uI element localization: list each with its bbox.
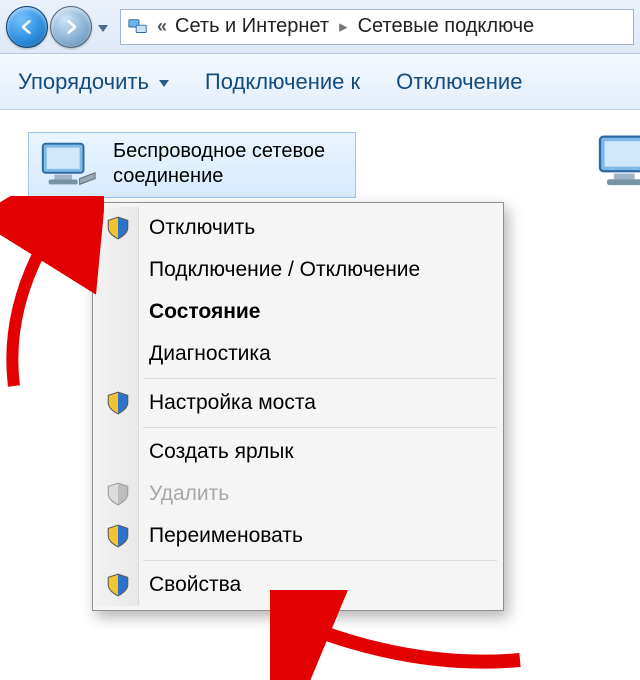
ctx-item-bridge[interactable]: Настройка моста bbox=[95, 382, 501, 424]
ctx-item-connect-disconnect[interactable]: Подключение / Отключение bbox=[95, 249, 501, 291]
connection-label: Беспроводное сетевое соединение bbox=[113, 139, 325, 189]
ctx-item-properties[interactable]: Свойства bbox=[95, 564, 501, 606]
explorer-toolbar: Упорядочить Подключение к Отключение bbox=[0, 54, 640, 110]
toolbar-disconnect-label: Отключение bbox=[396, 69, 522, 95]
ctx-item-label: Подключение / Отключение bbox=[149, 258, 420, 282]
ctx-item-label: Настройка моста bbox=[149, 391, 316, 415]
breadcrumb-seg-2[interactable]: Сетевые подключе bbox=[358, 15, 535, 38]
toolbar-organize-label: Упорядочить bbox=[18, 69, 149, 95]
context-menu: Отключить Подключение / Отключение Состо… bbox=[92, 202, 504, 611]
window-titlebar: « Сеть и Интернет ▸ Сетевые подключе bbox=[0, 0, 640, 54]
network-folder-icon bbox=[127, 16, 149, 38]
ctx-item-label: Свойства bbox=[149, 573, 241, 597]
connection-item-other[interactable] bbox=[590, 132, 640, 192]
ctx-item-rename[interactable]: Переименовать bbox=[95, 515, 501, 557]
shield-icon bbox=[105, 215, 131, 241]
breadcrumb-seg-1[interactable]: Сеть и Интернет bbox=[175, 15, 329, 38]
context-menu-separator bbox=[143, 378, 497, 379]
toolbar-disconnect-button[interactable]: Отключение bbox=[396, 69, 522, 95]
nav-forward-button[interactable] bbox=[50, 6, 92, 48]
toolbar-organize-button[interactable]: Упорядочить bbox=[18, 69, 169, 95]
shield-icon bbox=[105, 523, 131, 549]
ctx-item-diagnostics[interactable]: Диагностика bbox=[95, 333, 501, 375]
ctx-item-create-shortcut[interactable]: Создать ярлык bbox=[95, 431, 501, 473]
ctx-item-label: Удалить bbox=[149, 482, 229, 506]
ctx-item-label: Отключить bbox=[149, 216, 255, 240]
ctx-item-label: Создать ярлык bbox=[149, 440, 294, 464]
ctx-item-label: Переименовать bbox=[149, 524, 303, 548]
ctx-item-status[interactable]: Состояние bbox=[95, 291, 501, 333]
nav-back-button[interactable] bbox=[6, 6, 48, 48]
context-menu-separator bbox=[143, 427, 497, 428]
dropdown-icon bbox=[159, 80, 169, 87]
network-adapter-icon bbox=[37, 139, 99, 191]
annotation-arrow-icon bbox=[0, 196, 104, 396]
toolbar-connect-to-button[interactable]: Подключение к bbox=[205, 69, 360, 95]
breadcrumb-overflow-icon[interactable]: « bbox=[157, 16, 163, 37]
connection-label-line1: Беспроводное сетевое bbox=[113, 139, 325, 164]
shield-icon bbox=[105, 572, 131, 598]
content-pane: Беспроводное сетевое соединение Отключит… bbox=[0, 110, 640, 640]
ctx-item-label: Диагностика bbox=[149, 342, 271, 366]
shield-icon bbox=[105, 390, 131, 416]
shield-icon bbox=[105, 481, 131, 507]
ctx-item-disconnect[interactable]: Отключить bbox=[95, 207, 501, 249]
address-bar[interactable]: « Сеть и Интернет ▸ Сетевые подключе bbox=[120, 9, 634, 45]
nav-buttons bbox=[6, 6, 108, 48]
context-menu-separator bbox=[143, 560, 497, 561]
nav-history-dropdown[interactable] bbox=[94, 6, 108, 48]
breadcrumb-separator-icon: ▸ bbox=[339, 17, 348, 37]
connection-label-line2: соединение bbox=[113, 164, 325, 189]
toolbar-connect-to-label: Подключение к bbox=[205, 69, 360, 95]
ctx-item-label: Состояние bbox=[149, 300, 260, 324]
ctx-item-delete: Удалить bbox=[95, 473, 501, 515]
connection-item-wireless[interactable]: Беспроводное сетевое соединение bbox=[28, 132, 356, 198]
